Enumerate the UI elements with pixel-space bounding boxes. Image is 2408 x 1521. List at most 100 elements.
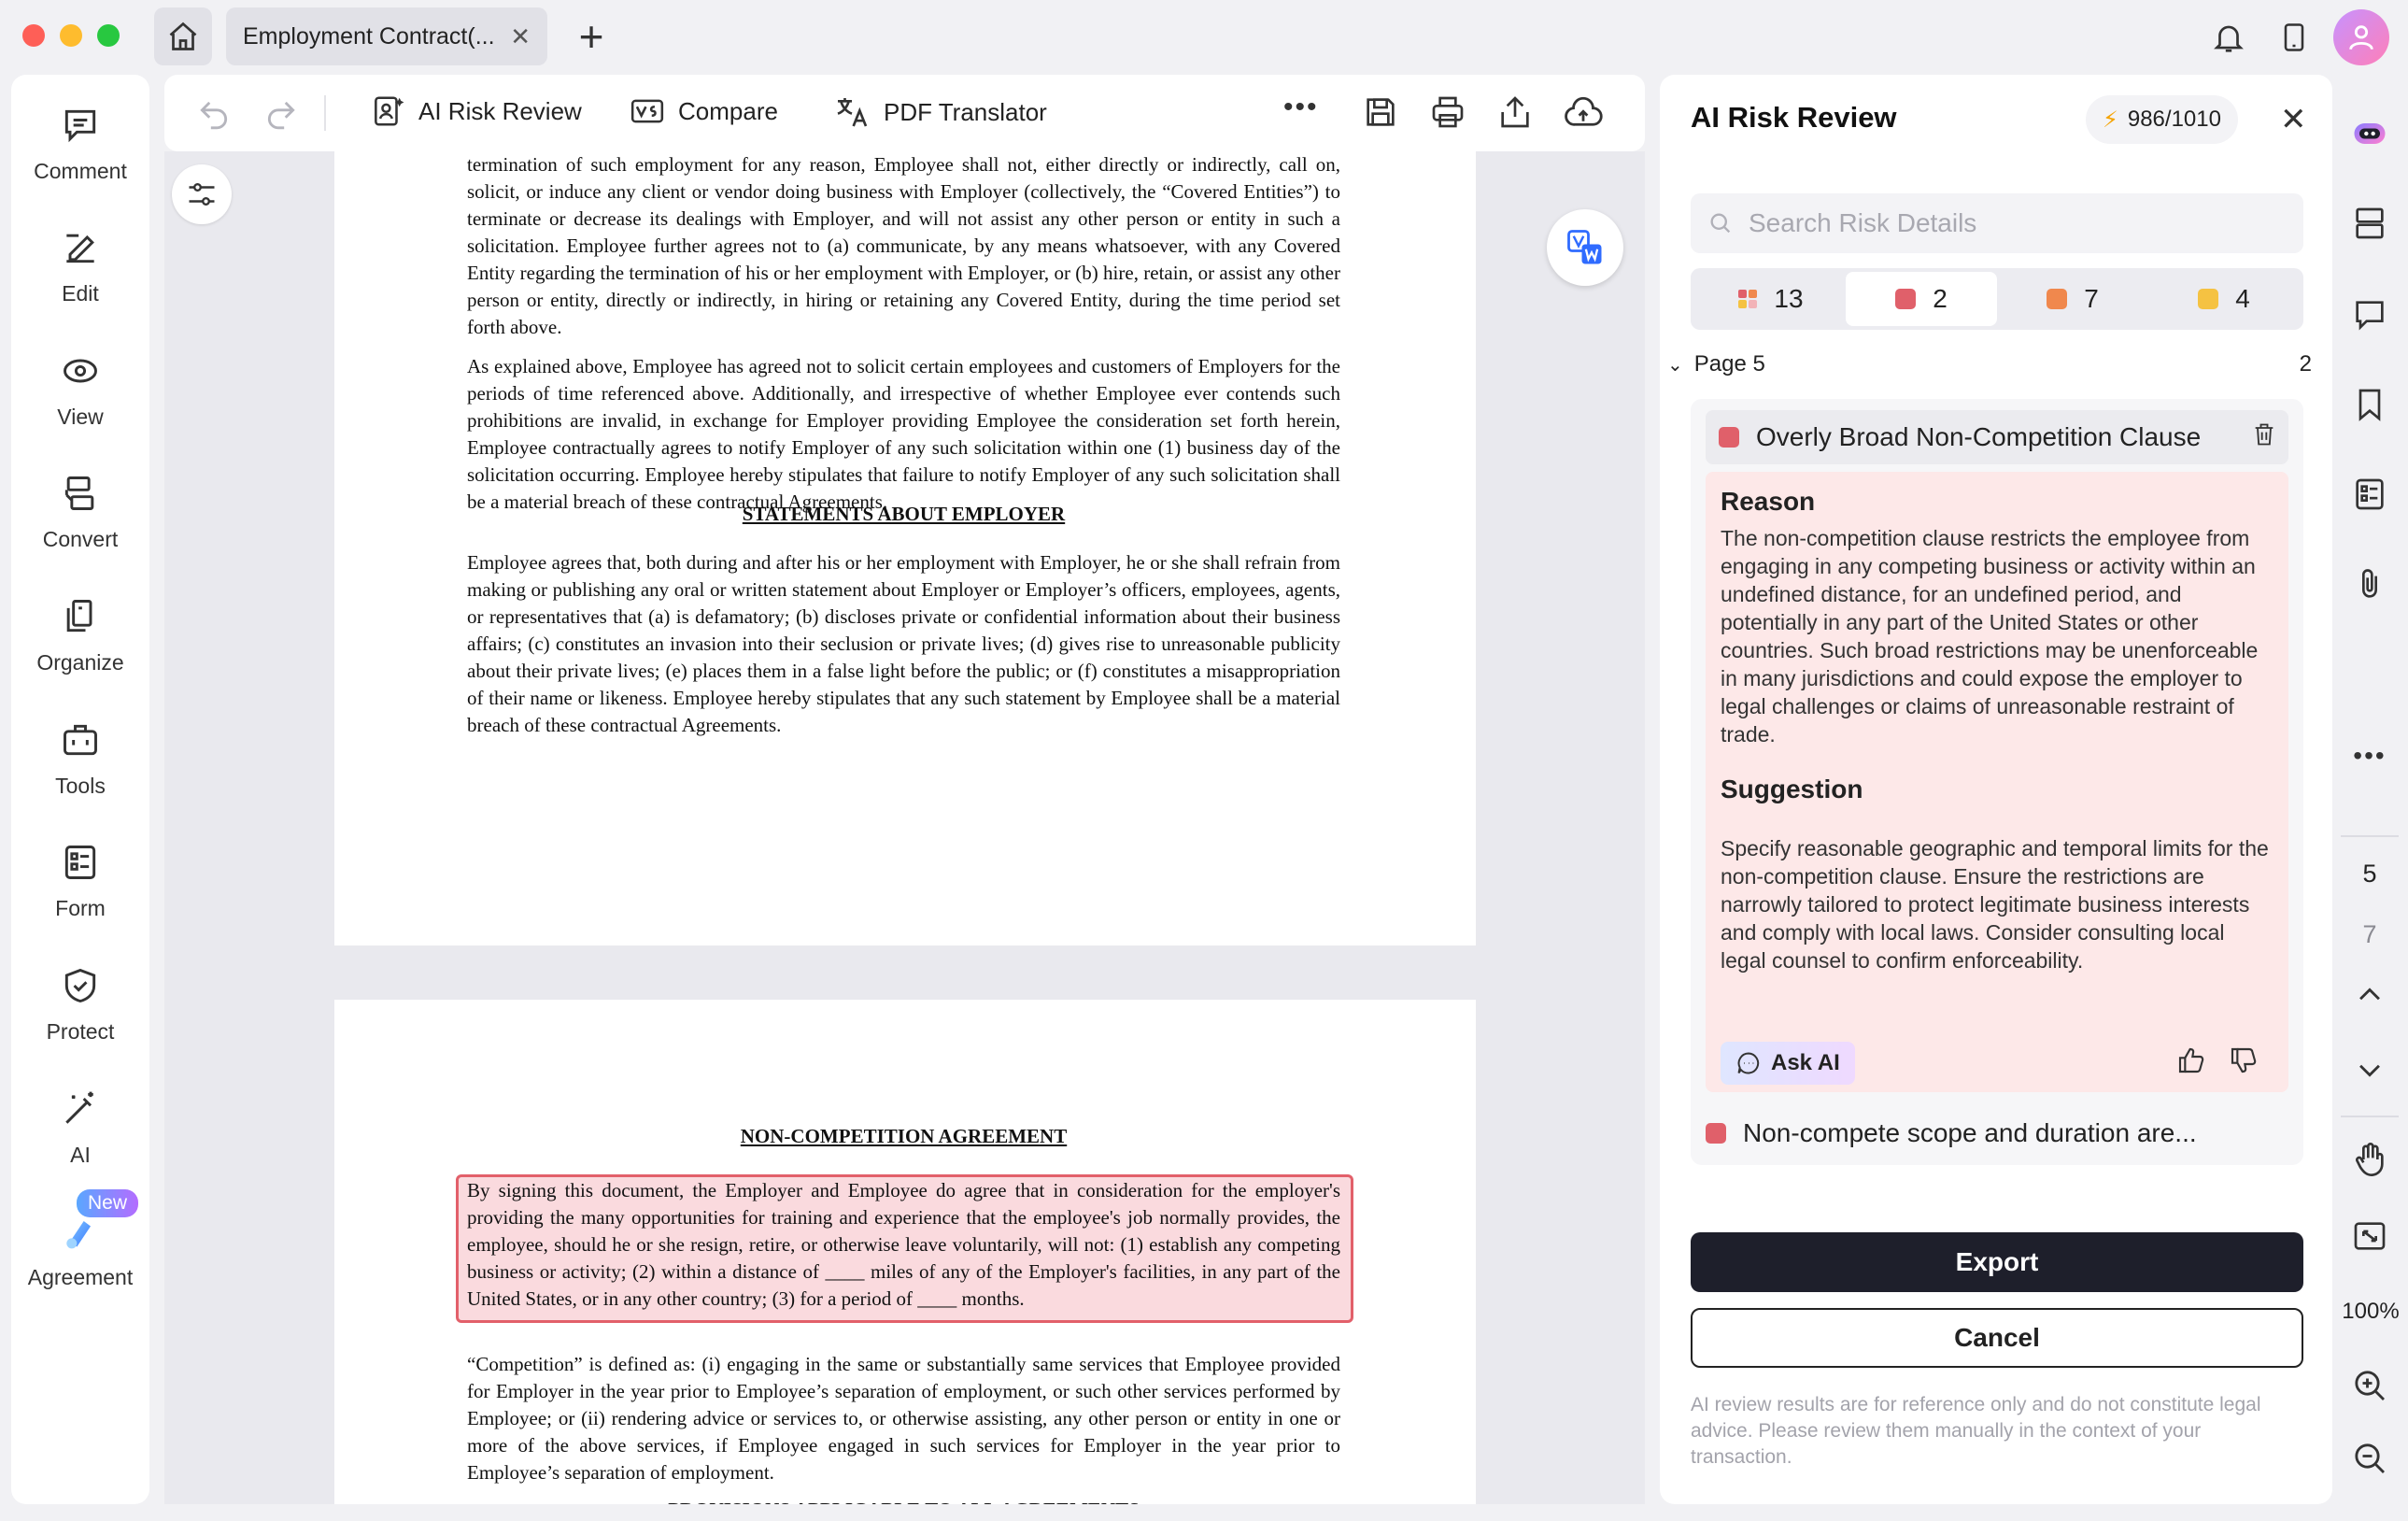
rail-more-button[interactable]: ••• <box>2346 732 2393 779</box>
sidebar-item-ai[interactable]: AI <box>11 1072 149 1174</box>
bookmarks-button[interactable] <box>2346 381 2393 428</box>
ai-risk-review-button[interactable]: AI Risk Review <box>370 93 582 129</box>
save-button[interactable] <box>1362 93 1399 135</box>
delete-risk-button[interactable] <box>2251 421 2277 454</box>
sidebar-item-convert[interactable]: Convert <box>11 456 149 559</box>
export-button[interactable]: Export <box>1691 1232 2303 1292</box>
layout-icon <box>2356 207 2384 239</box>
undo-button[interactable] <box>196 95 232 135</box>
window-close-button[interactable] <box>22 24 45 47</box>
sidebar-item-organize[interactable]: Organize <box>11 579 149 682</box>
filter-medium[interactable]: 7 <box>1997 272 2148 326</box>
attachments-button[interactable] <box>2346 561 2393 607</box>
risk-item-collapsed[interactable]: Non-compete scope and duration are... <box>1706 1118 2197 1148</box>
sidebar-more-button[interactable]: ••• <box>11 1514 172 1521</box>
suggestion-text: Specify reasonable geographic and tempor… <box>1721 836 2269 973</box>
cloud-upload-button[interactable] <box>1564 93 1603 137</box>
home-icon <box>169 21 197 50</box>
sidebar-item-form[interactable]: Form <box>11 825 149 928</box>
page-layout-button[interactable] <box>2346 200 2393 247</box>
chevron-down-icon <box>2359 1064 2380 1077</box>
sidebar-item-comment[interactable]: Comment <box>11 88 149 191</box>
zoom-in-button[interactable] <box>2346 1362 2393 1409</box>
new-badge: New <box>77 1189 139 1217</box>
new-tab-button[interactable]: + <box>568 12 615 61</box>
paragraph-non-solicitation: termination of such employment for any r… <box>467 153 1340 338</box>
ai-assistant-button[interactable] <box>2346 110 2393 157</box>
sidebar-item-view[interactable]: View <box>11 334 149 436</box>
risk-item-header[interactable]: Overly Broad Non-Competition Clause <box>1706 410 2288 464</box>
comments-panel-button[interactable] <box>2346 291 2393 338</box>
print-button[interactable] <box>1429 93 1466 135</box>
notification-button[interactable] <box>2206 15 2251 60</box>
sidebar-item-tools[interactable]: Tools <box>11 703 149 805</box>
rail-divider <box>2341 835 2399 837</box>
share-button[interactable] <box>1496 93 1534 135</box>
redo-icon <box>267 101 295 130</box>
view-icon <box>64 359 97 383</box>
user-avatar[interactable] <box>2333 9 2389 65</box>
previous-page-button[interactable] <box>2346 972 2393 1018</box>
rail-divider <box>2341 1116 2399 1117</box>
pdf-page-4: termination of such employment for any r… <box>334 151 1476 945</box>
translate-floating-button[interactable] <box>1547 209 1623 286</box>
thumbs-up-icon <box>2178 1047 2204 1073</box>
window-minimize-button[interactable] <box>60 24 82 47</box>
sidebar-item-label: AI <box>70 1143 91 1167</box>
ai-robot-icon <box>2354 123 2386 144</box>
tab-close-icon[interactable]: ✕ <box>510 22 531 51</box>
cancel-button[interactable]: Cancel <box>1691 1308 2303 1368</box>
ai-wand-icon <box>65 1091 93 1124</box>
toolbar-more-button[interactable]: ••• <box>1283 92 1319 123</box>
compare-button[interactable]: Compare <box>630 93 778 129</box>
current-page-number[interactable]: 5 <box>2341 860 2399 888</box>
form-fields-button[interactable] <box>2346 471 2393 518</box>
document-viewport[interactable]: termination of such employment for any r… <box>164 151 1645 1504</box>
fit-page-button[interactable] <box>2346 1213 2393 1259</box>
risk-search-box[interactable] <box>1691 193 2303 253</box>
zoom-level[interactable]: 100% <box>2333 1299 2408 1325</box>
protect-icon <box>64 968 96 1003</box>
panel-close-button[interactable]: ✕ <box>2280 101 2307 138</box>
ask-ai-label: Ask AI <box>1771 1050 1840 1075</box>
sidebar-item-label: Tools <box>55 774 106 798</box>
device-button[interactable] <box>2272 15 2316 60</box>
fit-screen-icon <box>2354 1222 2386 1250</box>
paragraph-non-competition-highlighted: By signing this document, the Employer a… <box>467 1179 1340 1310</box>
risk-item-title: Overly Broad Non-Competition Clause <box>1756 422 2202 451</box>
lightning-icon: ⚡ <box>2103 107 2118 133</box>
filter-high[interactable]: 2 <box>1846 272 1997 326</box>
heading-statements-about-employer: STATEMENTS ABOUT EMPLOYER <box>742 503 1066 525</box>
filter-all[interactable]: 13 <box>1694 272 1846 326</box>
next-page-button[interactable] <box>2346 1046 2393 1093</box>
document-tab[interactable]: Employment Contract(... ✕ <box>226 7 547 65</box>
ask-ai-button[interactable]: Ask AI <box>1721 1042 1855 1085</box>
window-zoom-button[interactable] <box>97 24 120 47</box>
toolbar-divider <box>324 95 326 131</box>
view-settings-button[interactable] <box>172 164 232 224</box>
sidebar-item-label: Agreement <box>27 1265 134 1289</box>
heading-non-competition: NON-COMPETITION AGREEMENT <box>740 1125 1068 1147</box>
paragraph-competition-definition: “Competition” is defined as: (i) engagin… <box>467 1353 1340 1484</box>
translate-icon <box>837 98 868 127</box>
paragraph-notification: As explained above, Employee has agreed … <box>467 355 1340 513</box>
zoom-in-icon <box>2355 1371 2386 1401</box>
thumbs-up-button[interactable] <box>2176 1045 2206 1080</box>
filter-low[interactable]: 4 <box>2148 272 2300 326</box>
filter-all-count: 13 <box>1774 284 1804 313</box>
home-button[interactable] <box>154 7 212 65</box>
risk-search-input[interactable] <box>1749 208 2272 238</box>
page-group-header[interactable]: ⌄ Page 5 2 <box>1667 351 2312 377</box>
document-toolbar: AI Risk Review Compare PDF Translator ••… <box>164 75 1645 151</box>
ai-risk-review-panel: AI Risk Review ⚡ 986/1010 ✕ 13 2 7 4 ⌄ P… <box>1660 75 2332 1504</box>
pdf-translator-button[interactable]: PDF Translator <box>833 93 1047 131</box>
sidebar-item-label: Form <box>55 896 106 920</box>
zoom-out-button[interactable] <box>2346 1435 2393 1482</box>
bookmark-icon <box>2358 389 2381 421</box>
redo-button[interactable] <box>263 95 299 135</box>
ai-risk-review-icon <box>375 96 404 126</box>
sidebar-item-protect[interactable]: Protect <box>11 948 149 1051</box>
hand-tool-button[interactable] <box>2346 1136 2393 1183</box>
thumbs-down-button[interactable] <box>2229 1045 2259 1080</box>
sidebar-item-edit[interactable]: Edit <box>11 210 149 313</box>
